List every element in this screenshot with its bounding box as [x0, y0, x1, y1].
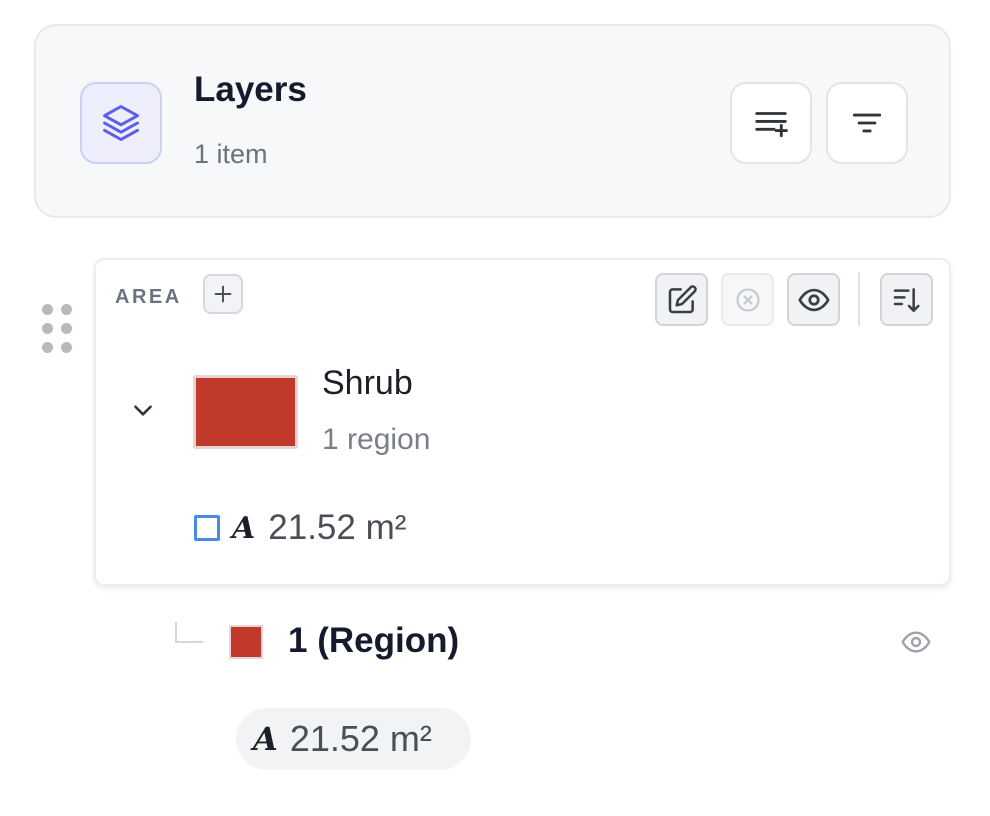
area-symbol: A [232, 510, 256, 546]
chevron-down-icon[interactable] [130, 397, 156, 428]
clear-icon [735, 287, 760, 312]
eye-icon [797, 288, 830, 311]
tree-connector [175, 622, 203, 643]
measure-checkbox[interactable] [194, 515, 220, 541]
sort-desc-icon [893, 287, 920, 312]
region-count: 1 region [322, 423, 431, 456]
filter-button[interactable] [826, 82, 908, 164]
filter-icon [852, 113, 882, 133]
item-count: 1 item [194, 139, 268, 169]
add-to-list-button[interactable] [730, 82, 812, 164]
region-name[interactable]: 1 (Region) [288, 621, 459, 661]
area-measure: A 21.52 m² [194, 508, 406, 548]
panel-title: Layers [194, 70, 307, 109]
toolbar-divider [858, 272, 860, 326]
add-area-button[interactable] [203, 274, 243, 314]
area-value: 21.52 m² [268, 508, 407, 547]
area-symbol: A [253, 720, 278, 758]
clear-button[interactable] [721, 273, 774, 326]
drag-handle-icon[interactable] [40, 302, 74, 354]
eye-icon[interactable] [900, 626, 932, 663]
region-area-pill: A 21.52 m² [236, 708, 471, 770]
layers-stack-icon [80, 82, 162, 164]
layers-header-card: Layers 1 item [34, 24, 951, 218]
region-area-value: 21.52 m² [289, 718, 432, 759]
plus-icon [214, 285, 232, 303]
region-color-swatch[interactable] [229, 625, 263, 659]
sort-button[interactable] [880, 273, 933, 326]
list-add-icon [755, 112, 788, 138]
layer-color-swatch[interactable] [193, 375, 298, 449]
edit-button[interactable] [655, 273, 708, 326]
toggle-visibility-button[interactable] [787, 273, 840, 326]
edit-icon [668, 284, 697, 313]
area-layer-card: AREA Shrub 1 region A 21.52 m² [94, 258, 951, 586]
layer-type-label: AREA [115, 286, 182, 308]
layer-name: Shrub [322, 364, 413, 402]
